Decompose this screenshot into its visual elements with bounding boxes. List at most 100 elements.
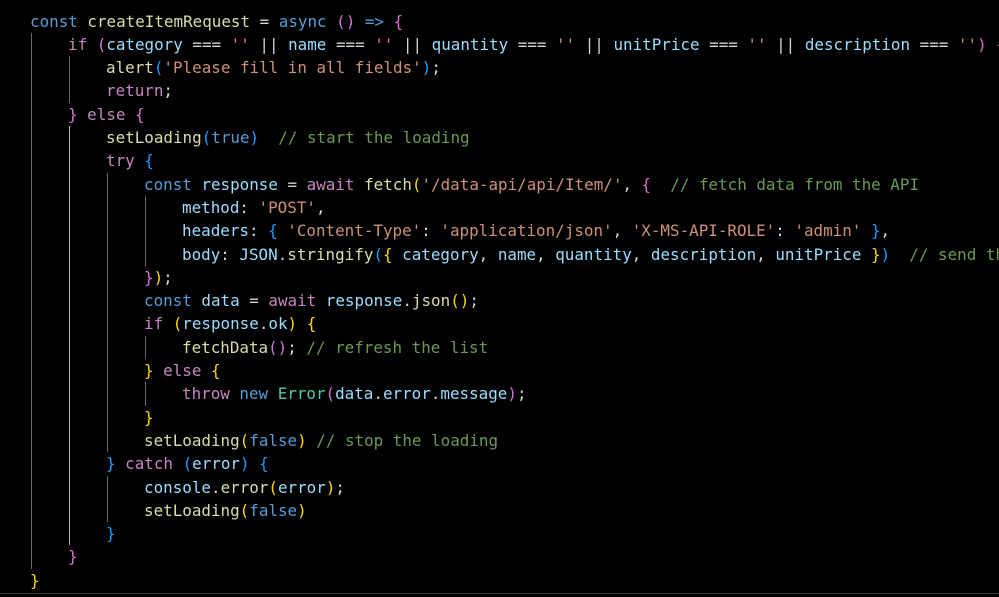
code-token-string: 'Please fill in all fields' — [163, 58, 422, 78]
code-line: console.error(error); — [144, 476, 345, 499]
code-token-control: throw — [182, 384, 240, 404]
code-token-function: setLoading — [144, 430, 240, 450]
code-token-variable: error — [192, 454, 240, 474]
code-token-class: Error — [277, 384, 326, 404]
code-token-default: || — [393, 34, 432, 54]
code-line: setLoading(false) — [144, 499, 307, 522]
code-line: } else { — [68, 103, 145, 126]
code-token-default: ; — [163, 267, 173, 287]
code-token-variable: category — [106, 34, 183, 54]
indent-guide — [31, 32, 32, 569]
code-line: } — [106, 522, 116, 545]
code-token-default: || — [766, 34, 805, 54]
code-token-variable: response — [201, 174, 278, 194]
code-line: alert('Please fill in all fields'); — [106, 56, 441, 79]
code-token-bracket-gold: ( — [239, 500, 250, 520]
code-token-string: '' — [556, 34, 576, 54]
code-token-function: json — [411, 291, 451, 311]
code-line: setLoading(false) // stop the loading — [144, 429, 498, 452]
code-token-default: === — [910, 34, 958, 54]
code-token-variable: response — [325, 291, 403, 311]
code-token-bracket-gold: ) — [297, 430, 307, 450]
code-token-default — [307, 431, 317, 450]
code-line: throw new Error(data.error.message); — [182, 382, 527, 405]
code-token-bracket-blue: ) — [239, 454, 250, 474]
code-token-default: ; — [431, 58, 441, 78]
code-token-default: || — [575, 34, 614, 54]
code-token-control: if — [68, 34, 97, 54]
code-token-variable: body — [182, 244, 221, 264]
code-token-string: 'Content-Type' — [287, 221, 422, 241]
code-line: const data = await response.json(); — [144, 289, 479, 312]
code-token-default: : — [421, 221, 441, 241]
code-token-comment: // send the — [909, 244, 999, 264]
code-token-default: || — [249, 34, 289, 54]
code-line: } catch (error) { — [106, 452, 269, 475]
code-token-bracket-gold: } — [30, 570, 40, 590]
code-token-bracket-purple: ) — [977, 34, 987, 54]
code-line: const createItemRequest = async () => { — [30, 10, 403, 33]
code-token-default: ; — [163, 81, 173, 101]
code-token-control: else — [77, 104, 135, 124]
code-token-bracket-gold: ) — [153, 267, 164, 287]
code-token-default: === — [182, 34, 231, 54]
code-token-bracket-gold: { — [306, 314, 317, 334]
code-token-default: : — [239, 197, 259, 217]
code-token-variable: description — [650, 244, 757, 264]
code-token-default — [651, 175, 670, 194]
code-token-variable: data — [201, 291, 240, 311]
code-token-variable: JSON — [239, 244, 278, 264]
code-token-variable: headers — [182, 221, 249, 241]
code-line: } — [68, 545, 78, 568]
code-token-keyword: true — [211, 128, 250, 147]
code-token-default: , — [880, 221, 891, 241]
code-token-bracket-purple: ( — [96, 34, 107, 54]
code-token-string: 'X-MS-API-ROLE' — [631, 221, 776, 241]
code-token-default — [987, 35, 997, 54]
code-token-default: ; — [516, 384, 527, 404]
code-token-default: : — [220, 244, 240, 264]
code-token-comment: // stop the loading — [316, 430, 499, 450]
code-token-bracket-gold: () — [450, 291, 470, 311]
code-token-bracket-purple: () — [268, 337, 288, 357]
code-token-variable: data — [335, 384, 374, 404]
editor-bottom-border — [0, 593, 999, 594]
code-token-function: setLoading — [106, 128, 202, 147]
code-token-default: : — [248, 221, 269, 241]
code-token-bracket-blue: ( — [201, 128, 212, 147]
code-token-default: . — [373, 384, 383, 404]
code-token-default: , — [622, 174, 642, 194]
code-token-bracket-blue: } — [106, 454, 116, 474]
code-token-bracket-gold: ( — [172, 314, 183, 334]
code-token-bracket-purple: { — [393, 11, 404, 31]
code-token-bracket-gold: { — [382, 244, 393, 264]
code-token-default: === — [508, 34, 557, 54]
code-token-bracket-gold: } — [871, 244, 881, 264]
code-token-bracket-blue: ( — [153, 58, 164, 78]
code-token-bracket-gold: } — [144, 407, 154, 427]
code-token-string: '' — [957, 34, 978, 54]
code-token-bracket-blue: { — [144, 151, 154, 171]
indent-guide — [107, 475, 108, 523]
code-line: if (category === '' || name === '' || qu… — [68, 33, 999, 56]
indent-guide — [107, 172, 108, 453]
code-token-variable: category — [402, 244, 479, 264]
code-token-bracket-blue: ) — [880, 244, 891, 264]
code-token-default — [278, 221, 288, 240]
code-editor[interactable]: const createItemRequest = async () => {i… — [0, 0, 999, 597]
code-token-variable: error — [382, 384, 431, 404]
code-token-default: = — [250, 11, 279, 31]
code-token-function: alert — [106, 58, 154, 78]
indent-guide — [145, 195, 146, 266]
code-token-default: ; — [287, 337, 307, 357]
code-token-string: 'POST' — [258, 197, 316, 217]
indent-guide — [145, 382, 146, 406]
code-token-keyword: new — [239, 384, 278, 404]
code-token-function: fetchData — [182, 337, 269, 357]
indent-guide — [69, 126, 70, 546]
code-token-bracket-gold: } — [144, 361, 154, 380]
code-token-variable: quantity — [555, 244, 632, 264]
code-token-string: '' — [230, 34, 250, 54]
code-token-variable: unitPrice — [775, 244, 862, 264]
code-token-keyword: const — [30, 11, 88, 31]
